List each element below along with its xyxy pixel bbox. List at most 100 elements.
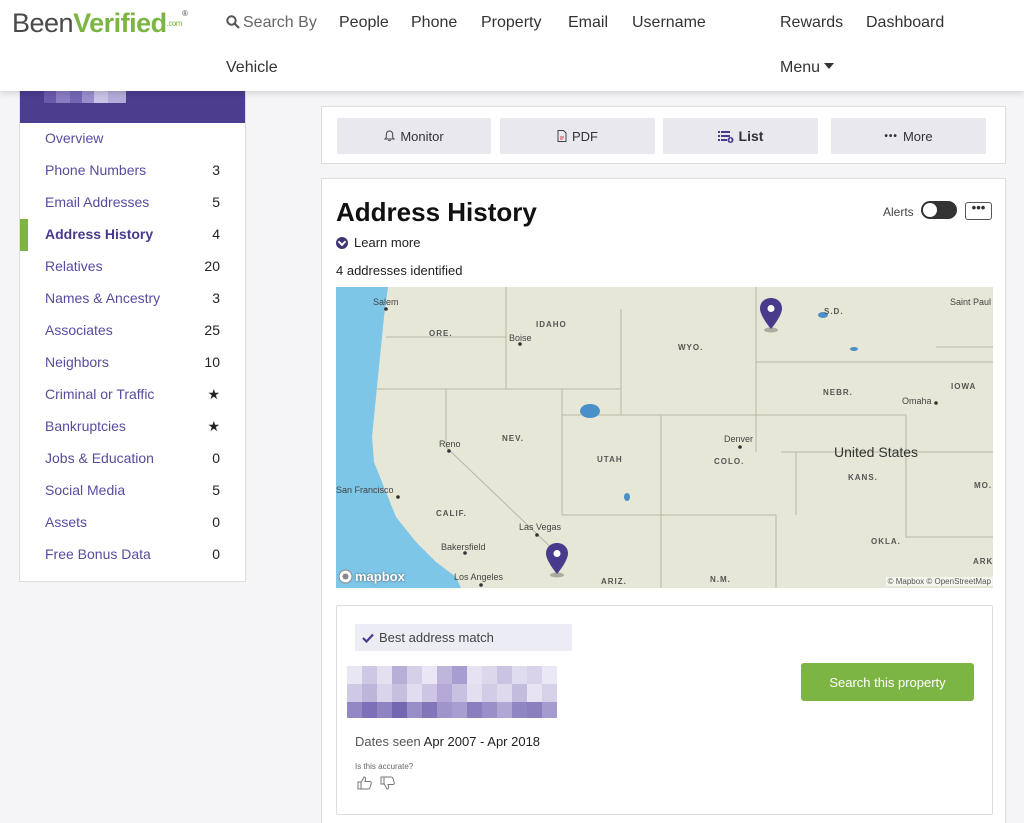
- beenverified-logo[interactable]: BeenVerified.com®: [12, 6, 188, 47]
- nav-dashboard[interactable]: Dashboard: [866, 13, 944, 33]
- sidebar-item-count: 0: [212, 450, 220, 466]
- map-pin-icon[interactable]: [759, 297, 783, 333]
- nav-people[interactable]: People: [339, 13, 389, 33]
- sidebar-item-address-history[interactable]: Address History 4: [20, 219, 245, 251]
- address-map[interactable]: Salem ORE. IDAHO Boise WYO. S.D. Saint P…: [336, 287, 993, 588]
- map-label: ARK: [973, 557, 993, 566]
- sidebar-item-count: 10: [204, 354, 220, 370]
- nav-email[interactable]: Email: [568, 13, 608, 33]
- more-label: More: [902, 128, 933, 144]
- sidebar-item-count: 3: [212, 290, 220, 306]
- alerts-label: Alerts: [883, 205, 914, 219]
- report-toolbar: Monitor PDF List ••• More: [321, 106, 1006, 164]
- monitor-button[interactable]: Monitor: [337, 118, 491, 154]
- bell-icon: [384, 130, 396, 142]
- sidebar-item-relatives[interactable]: Relatives 20: [20, 251, 245, 283]
- sidebar-item-social-media[interactable]: Social Media 5: [20, 475, 245, 507]
- sidebar-item-label: Overview: [45, 130, 104, 146]
- thumbs-down-icon[interactable]: [380, 776, 395, 790]
- map-label: United States: [834, 444, 919, 460]
- ellipsis-icon: •••: [884, 130, 898, 142]
- sidebar-item-bankruptcies[interactable]: Bankruptcies ★: [20, 411, 245, 443]
- sidebar-item-label: Jobs & Education: [45, 450, 154, 466]
- accuracy-feedback: [357, 776, 395, 790]
- map-label: Reno: [439, 439, 461, 449]
- nav-phone[interactable]: Phone: [411, 13, 457, 33]
- alerts-toggle[interactable]: [921, 201, 957, 219]
- logo-verified-text: Verified: [73, 8, 167, 38]
- address-result-card: Best address match Dates seen Apr 2007 -…: [336, 605, 993, 815]
- map-label: S.D.: [824, 307, 844, 316]
- map-label: MO.: [974, 481, 993, 490]
- sidebar-item-jobs-education[interactable]: Jobs & Education 0: [20, 443, 245, 475]
- map-pin-icon[interactable]: [545, 542, 569, 578]
- redacted-address: [347, 666, 557, 718]
- map-label: OKLA.: [871, 537, 901, 546]
- map-label: N.M.: [710, 575, 731, 584]
- nav-username[interactable]: Username: [632, 13, 706, 33]
- monitor-label: Monitor: [400, 128, 444, 144]
- map-attribution[interactable]: © Mapbox © OpenStreetMap: [885, 577, 993, 586]
- sidebar-item-label: Neighbors: [45, 354, 109, 370]
- sidebar-item-count: 0: [212, 514, 220, 530]
- map-label: Los Angeles: [454, 572, 504, 582]
- blurred-pixel: [108, 91, 126, 103]
- sidebar-item-names-ancestry[interactable]: Names & Ancestry 3: [20, 283, 245, 315]
- sidebar-item-label: Address History: [45, 226, 154, 242]
- list-label: List: [738, 128, 764, 144]
- sidebar-item-neighbors[interactable]: Neighbors 10: [20, 347, 245, 379]
- nav-property[interactable]: Property: [481, 13, 541, 33]
- search-property-button[interactable]: Search this property: [801, 663, 974, 701]
- nav-menu[interactable]: Menu: [780, 58, 835, 78]
- pdf-button[interactable]: PDF: [500, 118, 655, 154]
- sidebar-item-label: Names & Ancestry: [45, 290, 161, 306]
- mapbox-logo[interactable]: mapbox: [338, 569, 405, 584]
- more-button[interactable]: ••• More: [831, 118, 986, 154]
- sidebar-item-label: Criminal or Traffic: [45, 386, 155, 402]
- sidebar-header: [20, 91, 245, 123]
- logo-been-text: Been: [12, 8, 74, 38]
- map-label: UTAH: [597, 455, 623, 464]
- sidebar-item-label: Associates: [45, 322, 113, 338]
- sidebar-item-count: 5: [212, 482, 220, 498]
- sidebar-item-assets[interactable]: Assets 0: [20, 507, 245, 539]
- add-to-list-icon: [717, 130, 734, 143]
- mapbox-wordmark: mapbox: [355, 569, 405, 584]
- sidebar-item-label: Phone Numbers: [45, 162, 147, 178]
- sidebar-item-label: Assets: [45, 514, 88, 530]
- sidebar-item-label: Free Bonus Data: [45, 546, 151, 562]
- nav-search-by-label: Search By: [243, 14, 317, 31]
- addresses-identified: 4 addresses identified: [336, 263, 463, 278]
- sidebar-item-associates[interactable]: Associates 25: [20, 315, 245, 347]
- address-history-card: Address History Learn more 4 addresses i…: [321, 178, 1006, 823]
- dates-seen: Dates seen Apr 2007 - Apr 2018: [355, 734, 540, 749]
- sidebar-item-label: Bankruptcies: [45, 418, 126, 434]
- blurred-pixel: [82, 91, 94, 103]
- sidebar-item-criminal-or-traffic[interactable]: Criminal or Traffic ★: [20, 379, 245, 411]
- section-options-button[interactable]: •••: [965, 201, 992, 220]
- learn-more-toggle[interactable]: Learn more: [336, 235, 420, 250]
- nav-search-by[interactable]: Search By: [226, 13, 317, 33]
- report-sidebar: Overview Phone Numbers 3 Email Addresses 5 Ad…: [19, 91, 246, 582]
- map-label: Omaha: [902, 396, 932, 406]
- sidebar-item-count: 0: [212, 546, 220, 562]
- search-icon: [226, 15, 240, 29]
- list-button[interactable]: List: [663, 118, 818, 154]
- sidebar-item-count: 5: [212, 194, 220, 210]
- sidebar-item-phone-numbers[interactable]: Phone Numbers 3: [20, 155, 245, 187]
- star-icon: ★: [207, 418, 220, 434]
- thumbs-up-icon[interactable]: [357, 776, 372, 790]
- sidebar-item-free-bonus-data[interactable]: Free Bonus Data 0: [20, 539, 245, 571]
- sidebar-item-email-addresses[interactable]: Email Addresses 5: [20, 187, 245, 219]
- map-label: CALIF.: [436, 509, 467, 518]
- blurred-pixel: [56, 91, 70, 103]
- sidebar-item-label: Email Addresses: [45, 194, 150, 210]
- map-label: Bakersfield: [441, 542, 486, 552]
- nav-rewards[interactable]: Rewards: [780, 13, 843, 33]
- sidebar-item-overview[interactable]: Overview: [20, 123, 245, 155]
- chevron-circle-icon: [336, 236, 348, 249]
- sidebar-item-label: Relatives: [45, 258, 103, 274]
- nav-vehicle[interactable]: Vehicle: [226, 58, 278, 78]
- map-label: COLO.: [714, 457, 745, 466]
- blurred-pixel: [94, 91, 108, 103]
